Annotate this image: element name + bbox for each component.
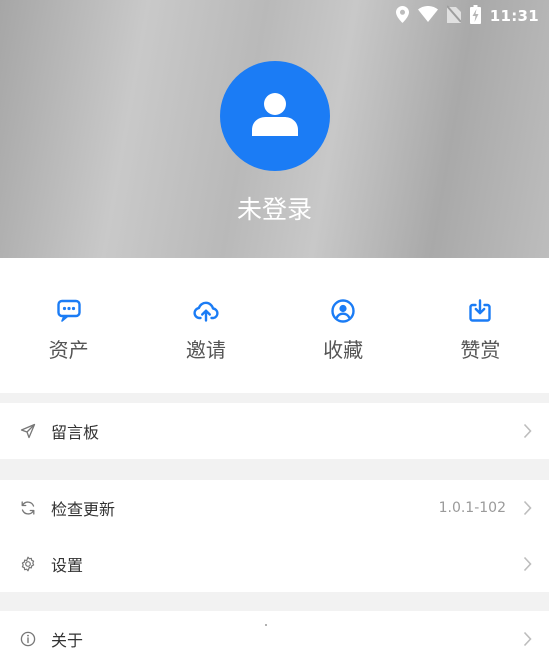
quick-action-invite[interactable]: 邀请 — [137, 258, 274, 393]
settings-row[interactable]: 设置 — [0, 536, 549, 592]
chevron-right-icon — [523, 631, 532, 647]
quick-action-label: 资产 — [48, 338, 89, 362]
refresh-icon — [20, 500, 36, 516]
about-label: 关于 — [51, 631, 84, 650]
check-update-label: 检查更新 — [51, 500, 116, 519]
quick-action-reward[interactable]: 赞赏 — [412, 258, 549, 393]
quick-action-label: 邀请 — [185, 338, 226, 362]
chevron-right-icon — [523, 556, 532, 572]
status-bar: 11:31 — [395, 4, 539, 28]
quick-action-favorites[interactable]: 收藏 — [275, 258, 412, 393]
touch-dot — [265, 624, 267, 626]
settings-label: 设置 — [51, 556, 84, 575]
location-icon — [395, 5, 409, 27]
menu-group-feedback: 留言板 — [0, 403, 549, 459]
profile-header: 11:31 未登录 — [0, 0, 549, 258]
chevron-right-icon — [523, 423, 532, 439]
chevron-right-icon — [523, 500, 532, 516]
battery-charging-icon — [469, 4, 481, 28]
about-row[interactable]: 关于 — [0, 611, 549, 667]
status-time: 11:31 — [489, 7, 539, 25]
quick-action-label: 赞赏 — [460, 338, 501, 362]
download-box-icon — [467, 298, 493, 328]
message-board-label: 留言板 — [51, 423, 100, 442]
gear-icon — [20, 556, 36, 572]
menu-group-about: 关于 — [0, 611, 549, 667]
login-prompt[interactable]: 未登录 — [0, 190, 549, 226]
quick-action-label: 收藏 — [323, 338, 364, 362]
check-update-row[interactable]: 检查更新 1.0.1-102 — [0, 480, 549, 536]
quick-actions: 资产 邀请 收藏 赞赏 — [0, 258, 549, 393]
wifi-icon — [417, 5, 438, 26]
cloud-upload-icon — [193, 298, 219, 328]
message-board-row[interactable]: 留言板 — [0, 403, 549, 459]
chat-bubble-icon — [56, 298, 82, 328]
send-icon — [20, 423, 36, 439]
info-icon — [20, 631, 36, 647]
avatar[interactable] — [220, 61, 330, 171]
quick-action-assets[interactable]: 资产 — [0, 258, 137, 393]
user-icon — [252, 92, 298, 140]
version-value: 1.0.1-102 — [438, 500, 506, 516]
no-sim-icon — [445, 5, 462, 27]
user-circle-icon — [330, 298, 356, 328]
menu-group-app: 检查更新 1.0.1-102 设置 — [0, 480, 549, 592]
